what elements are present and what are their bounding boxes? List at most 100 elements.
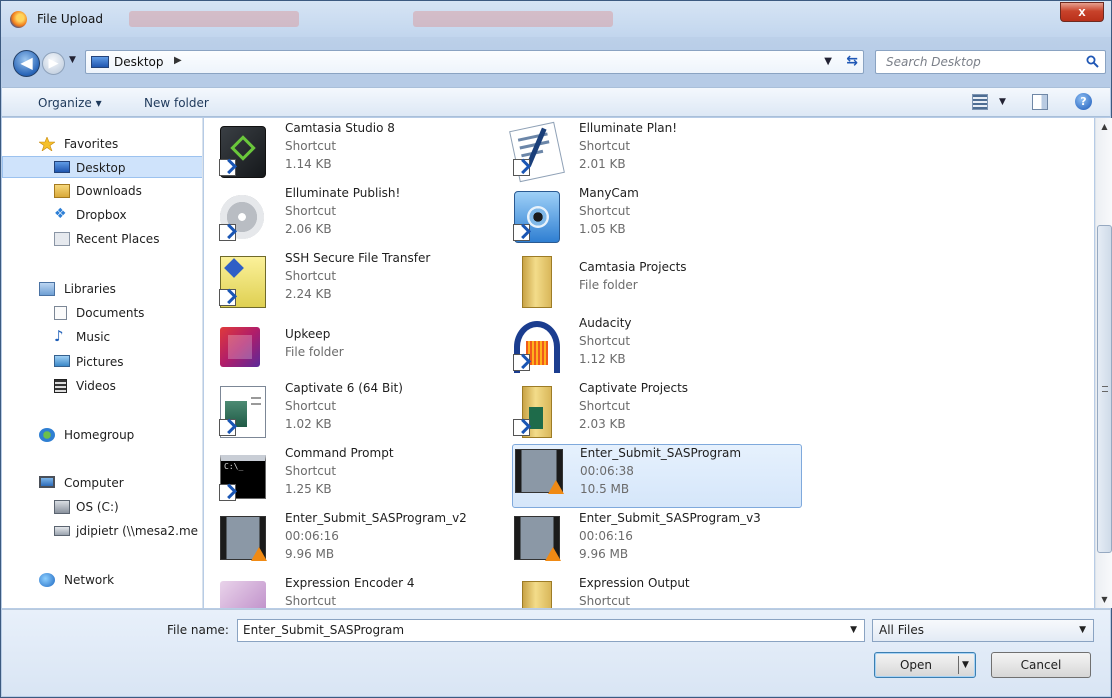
back-button[interactable]: ◀ — [13, 50, 40, 77]
file-size: 1.25 KB — [285, 482, 332, 496]
sidebar-item-label: Videos — [76, 379, 116, 393]
file-type: Shortcut — [579, 594, 631, 608]
close-button[interactable]: x — [1060, 2, 1104, 22]
sidebar-item-music[interactable]: ♪ Music — [2, 326, 202, 348]
upkeep-icon — [220, 327, 260, 367]
chevron-right-icon[interactable]: ▶ — [174, 55, 182, 66]
file-item-camtasia-studio[interactable]: Camtasia Studio 8 Shortcut 1.14 KB — [206, 120, 496, 184]
file-name: Elluminate Publish! — [285, 186, 401, 200]
video-icon — [515, 449, 564, 494]
sidebar-item-recent-places[interactable]: Recent Places — [2, 228, 202, 250]
sidebar-item-libraries[interactable]: Libraries — [2, 278, 202, 300]
file-name: Upkeep — [285, 327, 331, 341]
file-name: Captivate 6 (64 Bit) — [285, 381, 403, 395]
file-size: 1.05 KB — [579, 222, 626, 236]
sidebar-item-dropbox[interactable]: ❖ Dropbox — [2, 204, 202, 226]
open-options-dropdown-icon[interactable]: ▼ — [962, 653, 969, 677]
file-name-field[interactable]: Enter_Submit_SASProgram ▼ — [237, 619, 865, 642]
address-row: ◀ ▶ ▼ Desktop ▶ ▼ ⇆ Search Desktop — [1, 37, 1111, 87]
file-size: 9.96 MB — [285, 547, 335, 561]
sidebar-item-label: Downloads — [76, 184, 142, 198]
file-item-upkeep[interactable]: Upkeep File folder — [206, 315, 496, 379]
file-item-captivate-projects[interactable]: Captivate Projects Shortcut 2.03 KB — [500, 380, 790, 444]
scroll-down-icon[interactable]: ▼ — [1096, 591, 1112, 608]
file-item-manycam[interactable]: ManyCam Shortcut 1.05 KB — [500, 185, 790, 249]
sidebar-item-network[interactable]: Network — [2, 569, 202, 591]
file-item-captivate[interactable]: Captivate 6 (64 Bit) Shortcut 1.02 KB — [206, 380, 496, 444]
file-name-label: File name: — [167, 623, 229, 637]
file-item-enter-submit-sasprogram-v3[interactable]: Enter_Submit_SASProgram_v3 00:06:16 9.96… — [500, 510, 790, 574]
file-item-command-prompt[interactable]: C:\_ Command Prompt Shortcut 1.25 KB — [206, 445, 496, 509]
breadcrumb-desktop[interactable]: Desktop — [114, 55, 164, 69]
chevron-down-icon[interactable]: ▼ — [850, 625, 857, 635]
homegroup-icon — [39, 428, 55, 442]
new-folder-button[interactable]: New folder — [144, 96, 209, 110]
sidebar-item-label: Pictures — [76, 355, 124, 369]
preview-pane-icon[interactable] — [1032, 94, 1048, 110]
file-item-ssh-secure-file-transfer[interactable]: SSH Secure File Transfer Shortcut 2.24 K… — [206, 250, 496, 314]
sidebar-item-videos[interactable]: Videos — [2, 375, 202, 397]
file-item-enter-submit-sasprogram-v2[interactable]: Enter_Submit_SASProgram_v2 00:06:16 9.96… — [206, 510, 496, 574]
sidebar-item-pictures[interactable]: Pictures — [2, 351, 202, 373]
file-type: File folder — [579, 278, 638, 292]
sidebar-item-favorites[interactable]: Favorites — [2, 133, 202, 155]
libraries-icon — [39, 282, 55, 296]
downloads-folder-icon — [54, 184, 70, 198]
file-item-expression-encoder[interactable]: Expression Encoder 4 Shortcut — [206, 575, 496, 608]
documents-icon — [54, 306, 67, 320]
sidebar-item-desktop[interactable]: Desktop — [2, 156, 202, 178]
shortcut-arrow-icon — [513, 419, 530, 436]
sidebar-item-label: Documents — [76, 306, 145, 320]
organize-button[interactable]: Organize ▾ — [38, 96, 102, 110]
shortcut-arrow-icon — [219, 159, 236, 176]
sidebar-item-computer[interactable]: Computer — [2, 472, 202, 494]
scroll-up-icon[interactable]: ▲ — [1096, 118, 1112, 135]
sidebar-item-homegroup[interactable]: Homegroup — [2, 424, 202, 446]
sidebar-item-label: Network — [64, 573, 115, 587]
sidebar-item-label: Dropbox — [76, 208, 127, 222]
pictures-icon — [54, 355, 70, 367]
search-input[interactable]: Search Desktop — [875, 50, 1106, 74]
help-icon[interactable]: ? — [1075, 93, 1092, 110]
view-options-dropdown-icon[interactable]: ▼ — [999, 97, 1006, 107]
file-size: 2.03 KB — [579, 417, 626, 431]
chevron-down-icon[interactable]: ▼ — [1079, 625, 1086, 635]
file-type-select[interactable]: All Files ▼ — [872, 619, 1094, 642]
sidebar-item-downloads[interactable]: Downloads — [2, 180, 202, 202]
sidebar-item-label: Libraries — [64, 282, 116, 296]
sidebar-item-network-drive[interactable]: jdipietr (\\mesa2.me — [2, 520, 202, 542]
file-type: Shortcut — [285, 139, 337, 153]
vertical-scrollbar[interactable]: ▲ ▼ — [1095, 118, 1112, 608]
file-type: Shortcut — [285, 594, 337, 608]
shortcut-arrow-icon — [219, 289, 236, 306]
scrollbar-thumb[interactable] — [1097, 225, 1112, 553]
file-name-value[interactable]: Enter_Submit_SASProgram — [243, 623, 404, 637]
refresh-icon[interactable]: ⇆ — [846, 53, 858, 69]
open-button[interactable]: Open ▼ — [874, 652, 976, 678]
recent-places-icon — [54, 232, 70, 246]
file-name: Camtasia Projects — [579, 260, 687, 274]
dropbox-icon: ❖ — [54, 206, 67, 222]
file-duration: 00:06:38 — [580, 464, 634, 478]
recent-locations-dropdown[interactable]: ▼ — [69, 55, 76, 65]
file-name: Audacity — [579, 316, 632, 330]
file-item-audacity[interactable]: Audacity Shortcut 1.12 KB — [500, 315, 790, 379]
file-item-enter-submit-sasprogram[interactable]: Enter_Submit_SASProgram 00:06:38 10.5 MB — [512, 444, 802, 508]
sidebar-item-documents[interactable]: Documents — [2, 302, 202, 324]
expression-icon — [220, 581, 266, 608]
file-item-camtasia-projects[interactable]: Camtasia Projects File folder — [500, 250, 790, 314]
file-type: File folder — [285, 345, 344, 359]
change-view-icon[interactable] — [972, 94, 988, 110]
file-item-expression-output[interactable]: Expression Output Shortcut — [500, 575, 790, 608]
music-icon: ♪ — [54, 327, 64, 345]
sidebar-item-os-c[interactable]: OS (C:) — [2, 496, 202, 518]
forward-button[interactable]: ▶ — [42, 52, 65, 75]
cancel-button[interactable]: Cancel — [991, 652, 1091, 678]
file-type-value: All Files — [879, 623, 925, 637]
file-item-elluminate-publish[interactable]: Elluminate Publish! Shortcut 2.06 KB — [206, 185, 496, 249]
address-bar[interactable]: Desktop ▶ ▼ ⇆ — [85, 50, 864, 74]
search-icon[interactable] — [1086, 55, 1099, 68]
file-item-elluminate-plan[interactable]: Elluminate Plan! Shortcut 2.01 KB — [500, 120, 790, 184]
address-dropdown-icon[interactable]: ▼ — [824, 56, 832, 67]
file-size: 10.5 MB — [580, 482, 630, 496]
